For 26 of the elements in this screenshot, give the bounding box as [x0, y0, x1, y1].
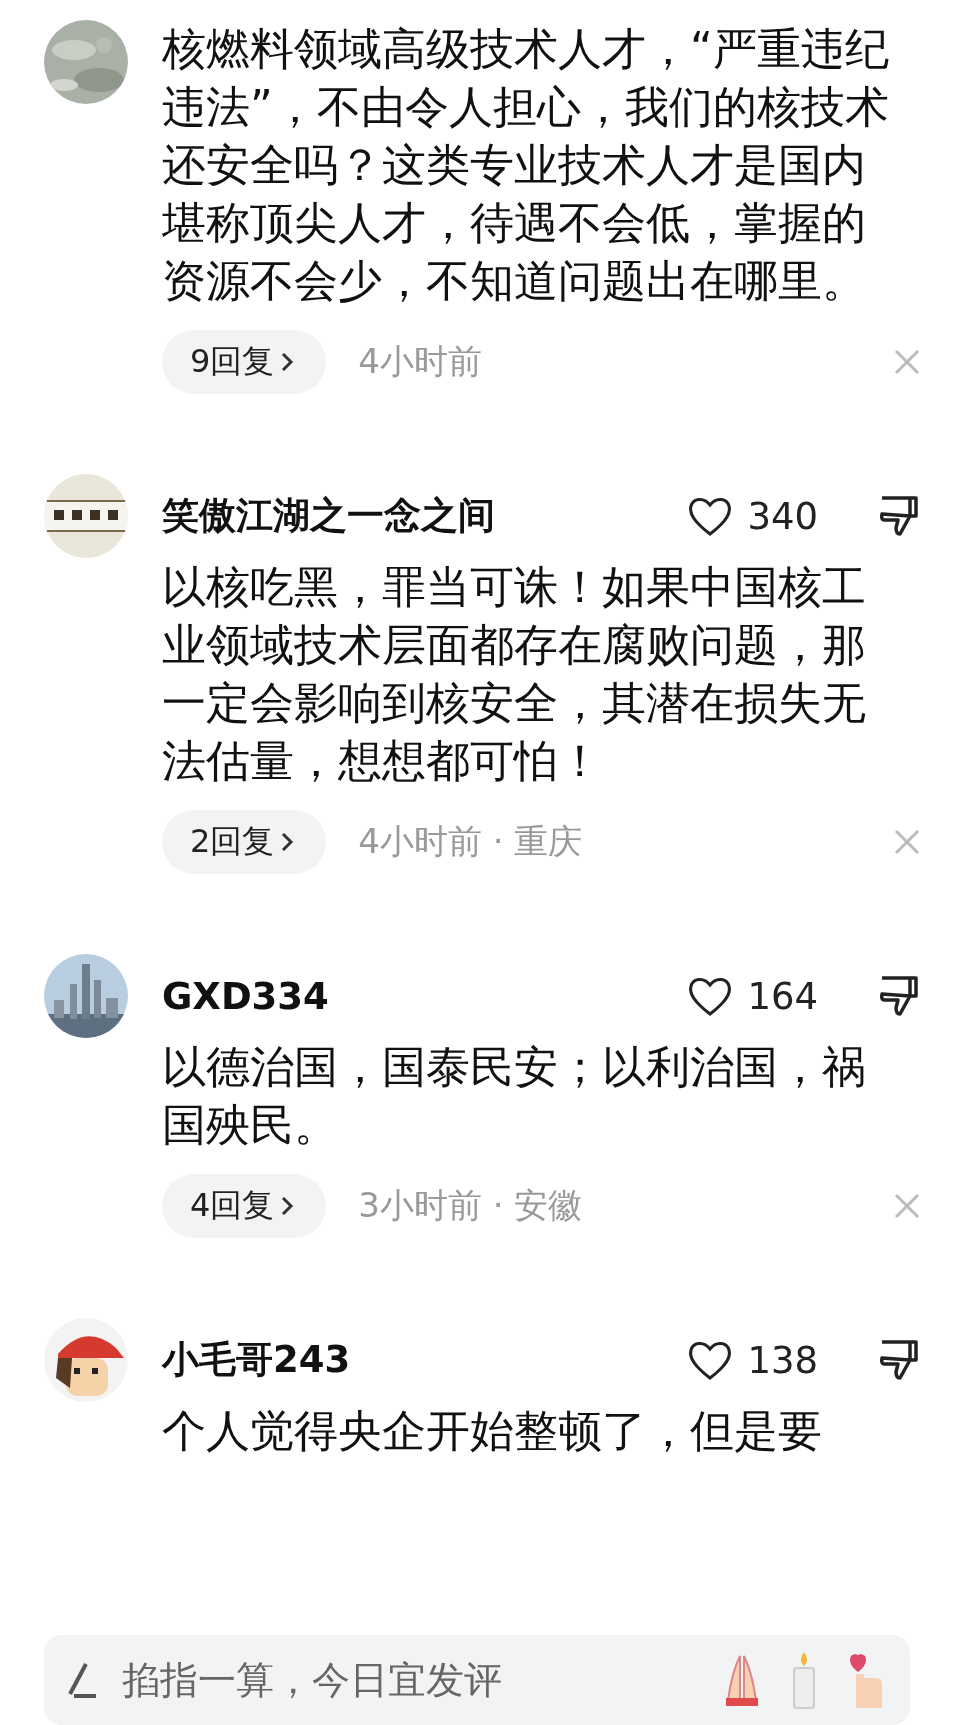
comment-time: 4小时前 [358, 340, 483, 383]
comment-time: 4小时前 · 重庆 [358, 820, 584, 863]
user-name[interactable]: 笑傲江湖之一念之间 [162, 491, 688, 541]
chevron-icon [280, 351, 295, 373]
comment-text: 以核吃黑，罪当可诛！如果中国核工业领域技术层面都存在腐败问题，那一定会影响到核安全，其潜在损失无法估量，想想都可怕！ [162, 560, 867, 788]
thumbs-down-icon[interactable] [878, 1338, 920, 1382]
comment-text: 核燃料领域高级技术人才，“严重违纪违法”，不由令人担心，我们的核技术还安全吗？这类专业技术人才是国内堪称顶尖人才，待遇不会低，掌握的资源不会少，不知道问题出在哪里。 [162, 22, 890, 308]
comment-text: 以德治国，国泰民安；以利治国，祸国殃民。 [162, 1040, 867, 1152]
comment-text: 个人觉得央企开始整顿了，但是要 [162, 1404, 823, 1458]
thumbs-down-icon[interactable] [878, 974, 920, 1018]
like-count: 138 [747, 1338, 818, 1382]
like-count: 164 [747, 974, 818, 1018]
comment-time: 3小时前 · 安徽 [358, 1184, 584, 1227]
user-name[interactable]: GXD334 [162, 974, 688, 1018]
heart-icon[interactable] [687, 1339, 734, 1381]
replies-button[interactable]: 4回复 [162, 1174, 327, 1238]
heart-icon[interactable] [687, 495, 734, 537]
replies-button[interactable]: 2回复 [162, 810, 327, 874]
heart-icon[interactable] [687, 975, 734, 1017]
chevron-icon [280, 831, 295, 853]
thumbs-down-icon[interactable] [878, 494, 920, 538]
like-count: 340 [747, 494, 818, 538]
replies-button[interactable]: 9回复 [162, 330, 327, 394]
comment-input[interactable]: 掐指一算，今日宜发评 [44, 1635, 718, 1725]
chevron-icon [280, 1195, 295, 1217]
user-name[interactable]: 小毛哥243 [162, 1335, 688, 1385]
